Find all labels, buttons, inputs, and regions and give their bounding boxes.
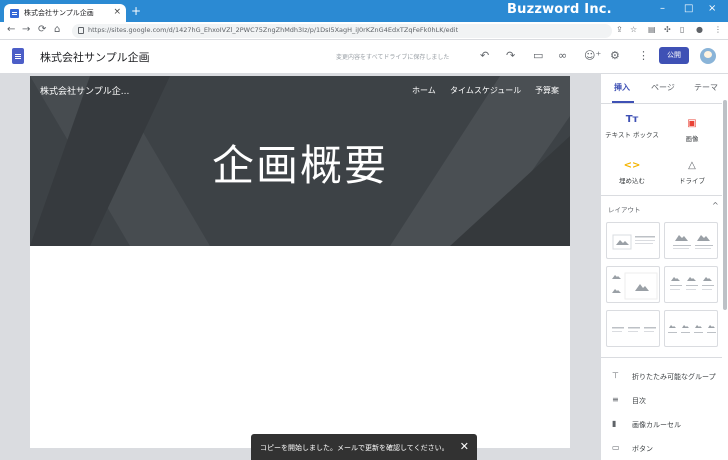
panel-divider [600, 357, 722, 358]
layout-option-4[interactable] [664, 266, 718, 303]
editor-canvas: 株式会社サンプル企... ホーム タイムスケジュール 予算案 企画概要 [0, 74, 600, 460]
more-icon[interactable]: ⋮ [638, 49, 649, 63]
drive-icon: △ [688, 160, 696, 171]
layout-option-1[interactable] [606, 222, 660, 259]
hero-title[interactable]: 企画概要 [30, 132, 570, 193]
url-input[interactable]: https://sites.google.com/d/1427hG_EhxoIV… [72, 24, 612, 38]
panel-divider [600, 195, 722, 196]
snackbar: コピーを開始しました。メールで更新を確認してください。 ✕ [251, 434, 477, 460]
close-window-button[interactable]: × [708, 3, 716, 14]
back-icon[interactable]: ← [7, 24, 15, 35]
component-collapsible-group[interactable]: 折りたたみ可能なグループ [632, 372, 716, 382]
undo-icon[interactable]: ↶ [480, 49, 489, 63]
tab-pages[interactable]: ページ [651, 82, 675, 93]
home-icon[interactable]: ⌂ [54, 24, 60, 35]
insert-drive-label: ドライブ [679, 177, 705, 185]
lock-icon [78, 27, 84, 34]
nav-schedule[interactable]: タイムスケジュール [450, 85, 521, 96]
layout-option-6[interactable] [664, 310, 718, 347]
insert-text-box[interactable]: Tт テキスト ボックス [604, 114, 660, 139]
google-sites-logo-icon[interactable] [12, 48, 24, 64]
toc-icon: ≡ [612, 395, 619, 404]
extension-icon[interactable]: ▤ [648, 25, 656, 34]
layout-option-3[interactable] [606, 266, 660, 303]
tab-close-icon[interactable]: × [113, 7, 121, 17]
insert-image[interactable]: ▣ 画像 [666, 118, 718, 143]
image-icon: ▣ [687, 118, 697, 129]
share-icon[interactable]: ⇪ [616, 25, 623, 34]
link-icon[interactable]: ∞ [558, 49, 567, 63]
insert-embed[interactable]: <> 埋め込む [604, 160, 660, 185]
sites-favicon-icon [10, 8, 19, 18]
component-image-carousel[interactable]: 画像カルーセル [632, 420, 681, 430]
reload-icon[interactable]: ⟳ [38, 24, 46, 35]
panel-divider [600, 103, 722, 104]
tab-insert[interactable]: 挿入 [614, 82, 630, 93]
browser-tab-bar: 株式会社サンプル企画 × + Buzzword Inc. – □ × [0, 0, 728, 22]
tab-themes[interactable]: テーマ [694, 82, 718, 93]
doc-title[interactable]: 株式会社サンプル企画 [40, 49, 150, 65]
nav-home[interactable]: ホーム [412, 85, 436, 96]
puzzle-icon[interactable]: ✣ [664, 25, 671, 34]
site-name[interactable]: 株式会社サンプル企... [40, 84, 129, 97]
button-icon: ▭ [612, 443, 620, 452]
insert-drive[interactable]: △ ドライブ [666, 160, 718, 185]
insert-embed-label: 埋め込む [619, 177, 645, 185]
save-status: 変更内容をすべてドライブに保存しました [336, 54, 450, 61]
add-editor-icon[interactable]: ☺⁺ [584, 49, 601, 63]
address-bar-row: ← → ⟳ ⌂ https://sites.google.com/d/1427h… [0, 22, 728, 40]
forward-icon[interactable]: → [22, 24, 30, 35]
minimize-button[interactable]: – [660, 3, 665, 14]
layout-option-2[interactable] [664, 222, 718, 259]
settings-icon[interactable]: ⚙ [610, 49, 620, 63]
plus-icon: ⁺ [595, 49, 602, 62]
publish-button[interactable]: 公開 [659, 47, 689, 64]
redo-icon[interactable]: ↷ [506, 49, 515, 63]
profile-icon[interactable]: ● [696, 25, 703, 34]
text-box-icon: Tт [625, 114, 639, 125]
component-toc[interactable]: 目次 [632, 396, 646, 406]
snackbar-message: コピーを開始しました。メールで更新を確認してください。 [260, 444, 449, 452]
url-text: https://sites.google.com/d/1427hG_EhxoIV… [88, 26, 459, 34]
preview-icon[interactable]: ▭ [533, 49, 543, 63]
brand-watermark: Buzzword Inc. [507, 2, 612, 17]
panel-scrollbar[interactable] [723, 100, 727, 310]
tab-title: 株式会社サンプル企画 [24, 9, 94, 17]
avatar[interactable] [700, 48, 716, 64]
hero-header[interactable]: 株式会社サンプル企... ホーム タイムスケジュール 予算案 企画概要 [30, 76, 570, 246]
carousel-icon: ▮ [612, 419, 617, 428]
layout-section-title: レイアウト [608, 206, 641, 214]
collapsible-group-icon: ⊤ [612, 371, 619, 380]
nav-budget[interactable]: 予算案 [535, 85, 559, 96]
star-icon[interactable]: ☆ [630, 25, 637, 34]
kebab-icon[interactable]: ⋮ [714, 25, 722, 34]
insert-text-box-label: テキスト ボックス [605, 131, 659, 139]
site-page[interactable]: 株式会社サンプル企... ホーム タイムスケジュール 予算案 企画概要 [30, 76, 570, 448]
close-icon[interactable]: ✕ [460, 440, 469, 453]
collapse-chevron-icon[interactable]: ^ [712, 201, 719, 210]
embed-icon: <> [623, 160, 641, 171]
insert-image-label: 画像 [685, 135, 699, 143]
sidebar-icon[interactable]: ▯ [680, 25, 684, 34]
new-tab-button[interactable]: + [131, 4, 141, 18]
component-button[interactable]: ボタン [632, 444, 653, 454]
layout-option-5[interactable] [606, 310, 660, 347]
sites-toolbar: 株式会社サンプル企画 変更内容をすべてドライブに保存しました ↶ ↷ ▭ ∞ ☺… [0, 40, 728, 74]
browser-tab[interactable]: 株式会社サンプル企画 × [4, 4, 126, 22]
maximize-button[interactable]: □ [684, 3, 693, 14]
